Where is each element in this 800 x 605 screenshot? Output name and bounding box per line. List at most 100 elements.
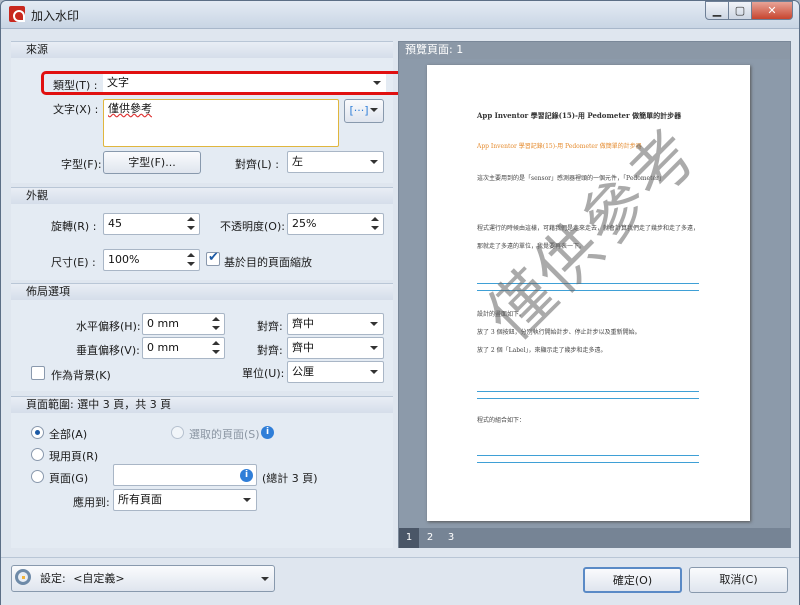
doc-divider: [477, 391, 699, 392]
insert-macro-icon: [···]: [349, 104, 369, 117]
opacity-label: 不透明度(O):: [220, 220, 285, 233]
title-bar: 加入水印 ▁ ▢ ✕: [1, 1, 799, 29]
h-align-label: 對齊:: [257, 320, 283, 333]
close-button[interactable]: ✕: [751, 1, 793, 20]
info-icon: i: [261, 426, 274, 439]
h-offset-spinbox[interactable]: 0 mm: [142, 313, 225, 335]
align-dropdown[interactable]: 左: [287, 151, 384, 173]
apply-to-label: 應用到:: [73, 496, 110, 509]
type-highlight-box: [41, 71, 404, 95]
spin-arrows-icon: [186, 216, 196, 232]
doc-divider: [477, 462, 699, 463]
window-title: 加入水印: [31, 9, 80, 23]
chevron-down-icon: [370, 108, 378, 112]
doc-divider: [477, 455, 699, 456]
as-background-label: 作為背景(K): [51, 369, 111, 382]
unit-label: 單位(U):: [242, 367, 285, 380]
preview-page: App Inventor 學習記錄(15)-用 Pedometer 做簡單的計步…: [427, 65, 750, 521]
selected-pages-radio[interactable]: [171, 426, 184, 439]
spin-arrows-icon: [211, 316, 221, 332]
total-pages-label: (總計 3 頁): [262, 472, 318, 485]
chevron-down-icon: [370, 346, 378, 350]
cancel-button[interactable]: 取消(C): [689, 567, 788, 593]
unit-dropdown[interactable]: 公厘: [287, 361, 384, 383]
size-value: 100%: [108, 253, 140, 266]
page-range-section: 全部(A) 選取的頁面(S) i 現用頁(R) 頁面(G) i (總計 3 頁)…: [11, 413, 393, 548]
chevron-down-icon: [370, 322, 378, 326]
size-spinbox[interactable]: 100%: [103, 249, 200, 271]
all-pages-label: 全部(A): [49, 428, 88, 441]
font-label: 字型(F):: [61, 158, 102, 171]
page-tab-3[interactable]: 3: [441, 528, 461, 548]
opacity-spinbox[interactable]: 25%: [287, 213, 384, 235]
align-label: 對齊(L) :: [235, 158, 279, 171]
appearance-section-header: 外觀: [11, 187, 393, 204]
ok-button[interactable]: 確定(O): [583, 567, 682, 593]
v-offset-value: 0 mm: [147, 341, 179, 354]
app-icon: [9, 6, 25, 22]
appearance-section: 旋轉(R) : 45 不透明度(O): 25% 尺寸(E) : 100% ✔ 基…: [11, 204, 393, 280]
add-watermark-dialog: 加入水印 ▁ ▢ ✕ 來源 類型(T) : 文字 文字(X) : 僅供參考 [·…: [0, 0, 800, 605]
checkmark-icon: ✔: [208, 250, 219, 265]
settings-dropdown[interactable]: 設定: <自定義>: [11, 565, 275, 592]
gear-icon: [15, 569, 31, 585]
h-offset-value: 0 mm: [147, 317, 179, 330]
spin-arrows-icon: [186, 252, 196, 268]
maximize-button[interactable]: ▢: [728, 1, 752, 20]
spin-arrows-icon: [211, 340, 221, 356]
scale-to-page-label: 基於目的頁面縮放: [224, 256, 312, 269]
apply-to-value: 所有頁面: [118, 493, 162, 506]
settings-value: <自定義>: [73, 572, 125, 585]
page-tabs: 1 2 3: [399, 528, 790, 548]
preview-header: 預覽頁面: 1: [399, 42, 790, 59]
v-align-dropdown[interactable]: 齊中: [287, 337, 384, 359]
h-align-dropdown[interactable]: 齊中: [287, 313, 384, 335]
info-icon: i: [240, 469, 253, 482]
insert-macro-button[interactable]: [···]: [344, 99, 384, 123]
watermark-text-value: 僅供參考: [108, 102, 152, 115]
current-page-radio[interactable]: [31, 448, 44, 461]
chevron-down-icon: [370, 370, 378, 374]
page-range-section-header: 頁面範圍: 選中 3 頁，共 3 頁: [11, 396, 393, 413]
v-offset-spinbox[interactable]: 0 mm: [142, 337, 225, 359]
v-align-label: 對齊:: [257, 344, 283, 357]
page-range-label: 頁面(G): [49, 472, 89, 485]
v-offset-label: 垂直偏移(V):: [76, 344, 140, 357]
as-background-checkbox[interactable]: [31, 366, 45, 380]
chevron-down-icon: [261, 577, 269, 581]
doc-line: 程式的組合如下：: [477, 417, 526, 424]
page-tab-1[interactable]: 1: [399, 528, 419, 548]
h-align-value: 齊中: [292, 317, 314, 330]
source-section-header: 來源: [11, 41, 393, 58]
layout-section-header: 佈局選項: [11, 283, 393, 300]
all-pages-radio[interactable]: [31, 426, 44, 439]
size-label: 尺寸(E) :: [51, 256, 96, 269]
settings-panel: 來源 類型(T) : 文字 文字(X) : 僅供參考 [···] 字型(F): …: [11, 41, 404, 548]
text-label: 文字(X) :: [53, 103, 99, 116]
page-range-radio[interactable]: [31, 470, 44, 483]
layout-section: 水平偏移(H): 0 mm 對齊: 齊中 垂直偏移(V): 0 mm 對齊: 齊…: [11, 300, 393, 391]
opacity-value: 25%: [292, 217, 317, 230]
align-value: 左: [292, 155, 303, 168]
unit-value: 公厘: [292, 365, 314, 378]
apply-to-dropdown[interactable]: 所有頁面: [113, 489, 257, 511]
chevron-down-icon: [370, 160, 378, 164]
scale-to-page-checkbox[interactable]: ✔: [206, 250, 220, 266]
rotation-label: 旋轉(R) :: [51, 220, 97, 233]
spin-arrows-icon: [370, 216, 380, 232]
watermark-text-input[interactable]: 僅供參考: [103, 99, 339, 147]
chevron-down-icon: [243, 498, 251, 502]
h-offset-label: 水平偏移(H):: [76, 320, 141, 333]
current-page-label: 現用頁(R): [49, 450, 99, 463]
rotation-spinbox[interactable]: 45: [103, 213, 200, 235]
doc-divider: [477, 398, 699, 399]
v-align-value: 齊中: [292, 341, 314, 354]
page-tab-2[interactable]: 2: [420, 528, 440, 548]
settings-label: 設定:: [40, 572, 66, 585]
selected-pages-label: 選取的頁面(S): [189, 428, 260, 441]
rotation-value: 45: [108, 217, 122, 230]
font-button[interactable]: 字型(F)...: [103, 151, 201, 174]
page-range-input[interactable]: [113, 464, 257, 486]
preview-panel: 預覽頁面: 1 App Inventor 學習記錄(15)-用 Pedomete…: [398, 41, 791, 548]
minimize-button[interactable]: ▁: [705, 1, 729, 20]
